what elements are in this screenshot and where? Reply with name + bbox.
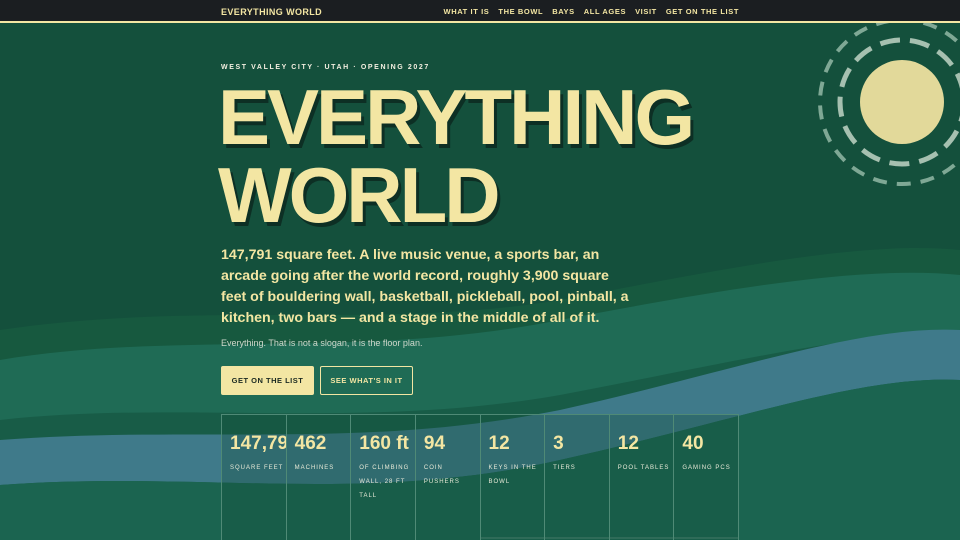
stat-divider: [609, 537, 674, 539]
stat-value: 12: [617, 433, 639, 454]
top-nav: EVERYTHING WORLD WHAT IT IS THE BOWL BAY…: [0, 0, 960, 23]
stat-divider: [480, 537, 545, 539]
see-whats-in-it-button[interactable]: SEE WHAT'S IN IT: [320, 366, 413, 395]
hero-title-line-1: EVERYTHING: [218, 73, 695, 161]
hero-title: EVERYTHING WORLD: [218, 78, 778, 234]
nav-link-the-bowl[interactable]: THE BOWL: [498, 7, 543, 16]
stat-label: POOL TABLES: [617, 465, 670, 471]
sun-disc: [860, 60, 944, 144]
nav-link-bays[interactable]: BAYS: [552, 7, 575, 16]
hero-title-line-2: WORLD: [218, 151, 501, 239]
stat-label: OF CLIMBING WALL, 28 FT TALL: [359, 465, 410, 499]
nav-links: WHAT IT IS THE BOWL BAYS ALL AGES VISIT …: [444, 7, 739, 16]
stat-value: 12: [488, 433, 510, 454]
stat-tiers: 3 TIERS: [545, 415, 610, 540]
nav-link-visit[interactable]: VISIT: [635, 7, 657, 16]
stat-machines: 462 MACHINES: [287, 415, 352, 540]
stat-value: 147,791: [230, 433, 286, 454]
brand-logo[interactable]: EVERYTHING WORLD: [221, 7, 322, 17]
nav-link-what-it-is[interactable]: WHAT IT IS: [444, 7, 490, 16]
stats-strip: 147,791 SQUARE FEET 462 MACHINES 160 ft …: [221, 414, 739, 540]
hero-subtext: Everything. That is not a slogan, it is …: [221, 338, 423, 348]
page: EVERYTHING WORLD WHAT IT IS THE BOWL BAY…: [0, 0, 960, 540]
nav-link-all-ages[interactable]: ALL AGES: [584, 7, 626, 16]
stat-value: 40: [682, 433, 704, 454]
stat-divider: [674, 537, 738, 539]
stat-gaming-pcs: 40 GAMING PCS: [674, 415, 738, 540]
stat-square-feet: 147,791 SQUARE FEET: [222, 415, 287, 540]
stat-pool-tables: 12 POOL TABLES: [609, 415, 675, 540]
stat-value: 3: [553, 433, 564, 454]
get-on-the-list-button[interactable]: GET ON THE LIST: [221, 366, 314, 395]
stat-label: MACHINES: [294, 465, 335, 471]
hero-eyebrow: WEST VALLEY CITY · UTAH · OPENING 2027: [221, 64, 430, 71]
stat-label: GAMING PCS: [682, 465, 731, 471]
stat-value: 462: [294, 433, 327, 454]
stat-label: KEYS IN THE BOWL: [488, 465, 537, 485]
stat-climbing-wall: 160 ft OF CLIMBING WALL, 28 FT TALL: [351, 415, 416, 540]
stat-value: 160 ft: [359, 433, 409, 454]
stat-label: TIERS: [553, 465, 576, 471]
stat-keys-in-bowl: 12 KEYS IN THE BOWL: [480, 415, 546, 540]
hero-lede: 147,791 square feet. A live music venue,…: [221, 247, 629, 326]
nav-link-get-on-the-list[interactable]: GET ON THE LIST: [666, 7, 739, 16]
stat-value: 94: [423, 433, 446, 454]
stat-divider: [545, 537, 609, 539]
stat-coin-pushers: 94 COIN PUSHERS: [416, 415, 481, 540]
stat-label: SQUARE FEET: [230, 465, 284, 471]
stat-label: COIN PUSHERS: [423, 465, 460, 485]
